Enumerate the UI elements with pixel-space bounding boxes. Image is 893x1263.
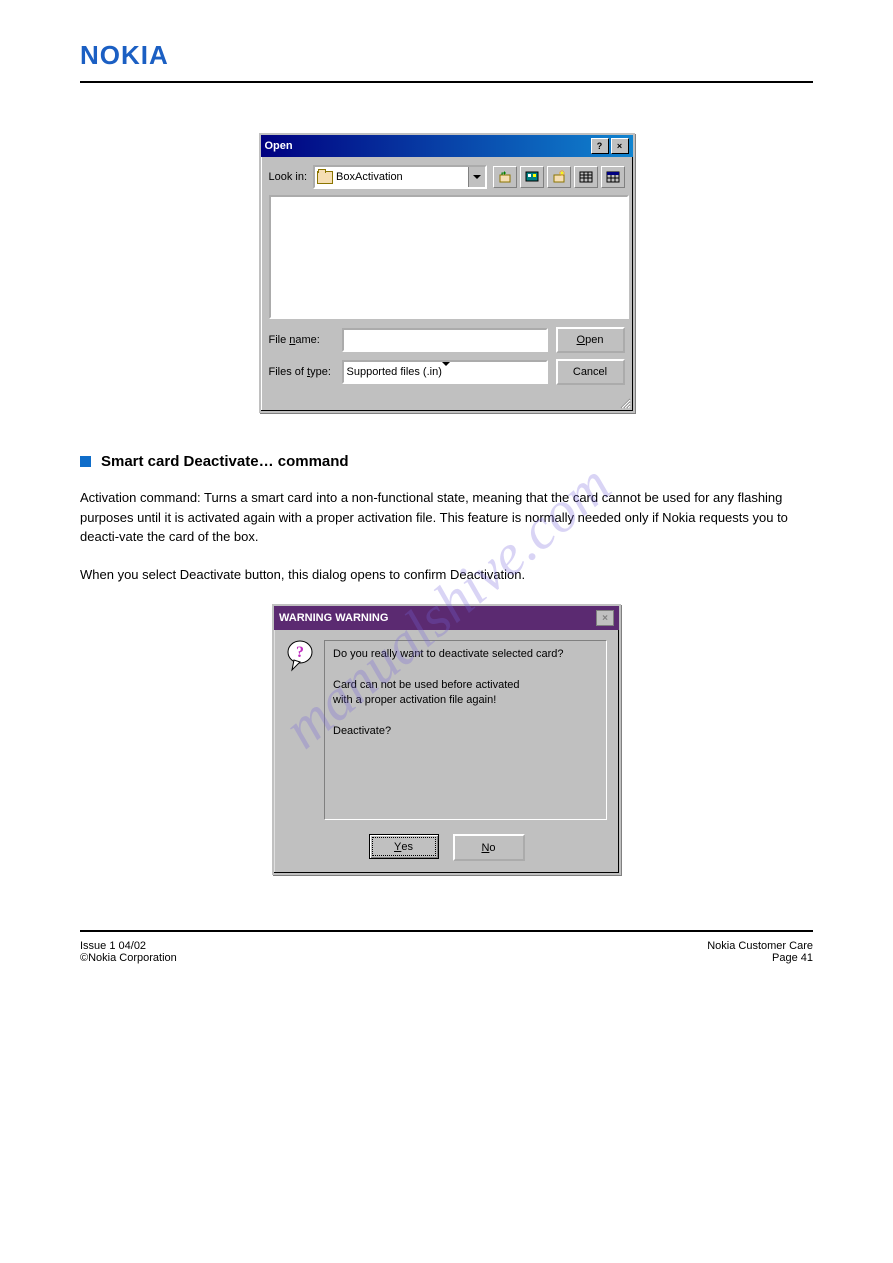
- look-in-value: BoxActivation: [336, 171, 403, 183]
- files-of-type-label: Files of type:: [269, 366, 334, 378]
- chevron-down-icon[interactable]: [442, 366, 450, 378]
- open-dialog-titlebar: Open ? ×: [261, 135, 633, 157]
- header-divider: [80, 81, 813, 83]
- folder-icon: [317, 171, 333, 184]
- close-button[interactable]: ×: [611, 138, 629, 154]
- warning-dialog-wrapper: WARNING WARNING × ? Do you really want t…: [80, 604, 813, 875]
- open-dialog: Open ? × Look in: BoxActivation: [259, 133, 635, 413]
- warning-message-box: Do you really want to deactivate selecte…: [324, 640, 607, 820]
- file-name-input[interactable]: [342, 328, 548, 352]
- up-one-level-button[interactable]: [493, 166, 517, 188]
- files-of-type-dropdown[interactable]: Supported files (.in): [342, 360, 548, 384]
- yes-button[interactable]: Yes: [369, 834, 439, 859]
- file-list-area[interactable]: [269, 195, 629, 319]
- footer-page-number: Page 41: [707, 952, 813, 964]
- body-paragraph-1: Activation command: Turns a smart card i…: [80, 488, 813, 547]
- warning-line-4: Deactivate?: [333, 724, 598, 739]
- nokia-logo: NOKIA: [80, 40, 813, 71]
- list-view-button[interactable]: [574, 166, 598, 188]
- warning-line-1: Do you really want to deactivate selecte…: [333, 647, 598, 662]
- look-in-dropdown[interactable]: BoxActivation: [313, 165, 486, 189]
- footer-divider: [80, 930, 813, 932]
- warning-line-3: with a proper activation file again!: [333, 693, 598, 708]
- files-of-type-value: Supported files (.in): [347, 366, 442, 378]
- cancel-button[interactable]: Cancel: [556, 359, 625, 385]
- open-dialog-wrapper: Open ? × Look in: BoxActivation: [80, 133, 813, 413]
- new-folder-button[interactable]: [547, 166, 571, 188]
- warning-line-2: Card can not be used before activated: [333, 678, 598, 693]
- svg-text:?: ?: [296, 644, 304, 661]
- look-in-label: Look in:: [269, 171, 308, 183]
- close-button[interactable]: ×: [596, 610, 614, 626]
- file-name-label: File name:: [269, 334, 334, 346]
- body-paragraph-2: When you select Deactivate button, this …: [80, 565, 813, 585]
- details-view-button[interactable]: [601, 166, 625, 188]
- section-bullet-icon: [80, 456, 91, 467]
- page-footer: Issue 1 04/02 ©Nokia Corporation Nokia C…: [80, 940, 813, 964]
- footer-copyright: ©Nokia Corporation: [80, 952, 177, 964]
- chevron-down-icon[interactable]: [468, 167, 485, 187]
- help-button[interactable]: ?: [591, 138, 609, 154]
- desktop-button[interactable]: [520, 166, 544, 188]
- open-button[interactable]: Open: [556, 327, 625, 353]
- resize-grip[interactable]: [261, 399, 633, 411]
- question-bubble-icon: ?: [286, 640, 316, 677]
- warning-dialog-titlebar: WARNING WARNING ×: [274, 606, 619, 630]
- warning-dialog-title: WARNING WARNING: [279, 612, 388, 624]
- no-button[interactable]: No: [453, 834, 525, 861]
- footer-dept: Nokia Customer Care: [707, 940, 813, 952]
- open-dialog-title: Open: [265, 140, 293, 152]
- warning-dialog: WARNING WARNING × ? Do you really want t…: [272, 604, 621, 875]
- section-title: Smart card Deactivate… command: [101, 453, 349, 470]
- footer-issue: Issue 1 04/02: [80, 940, 177, 952]
